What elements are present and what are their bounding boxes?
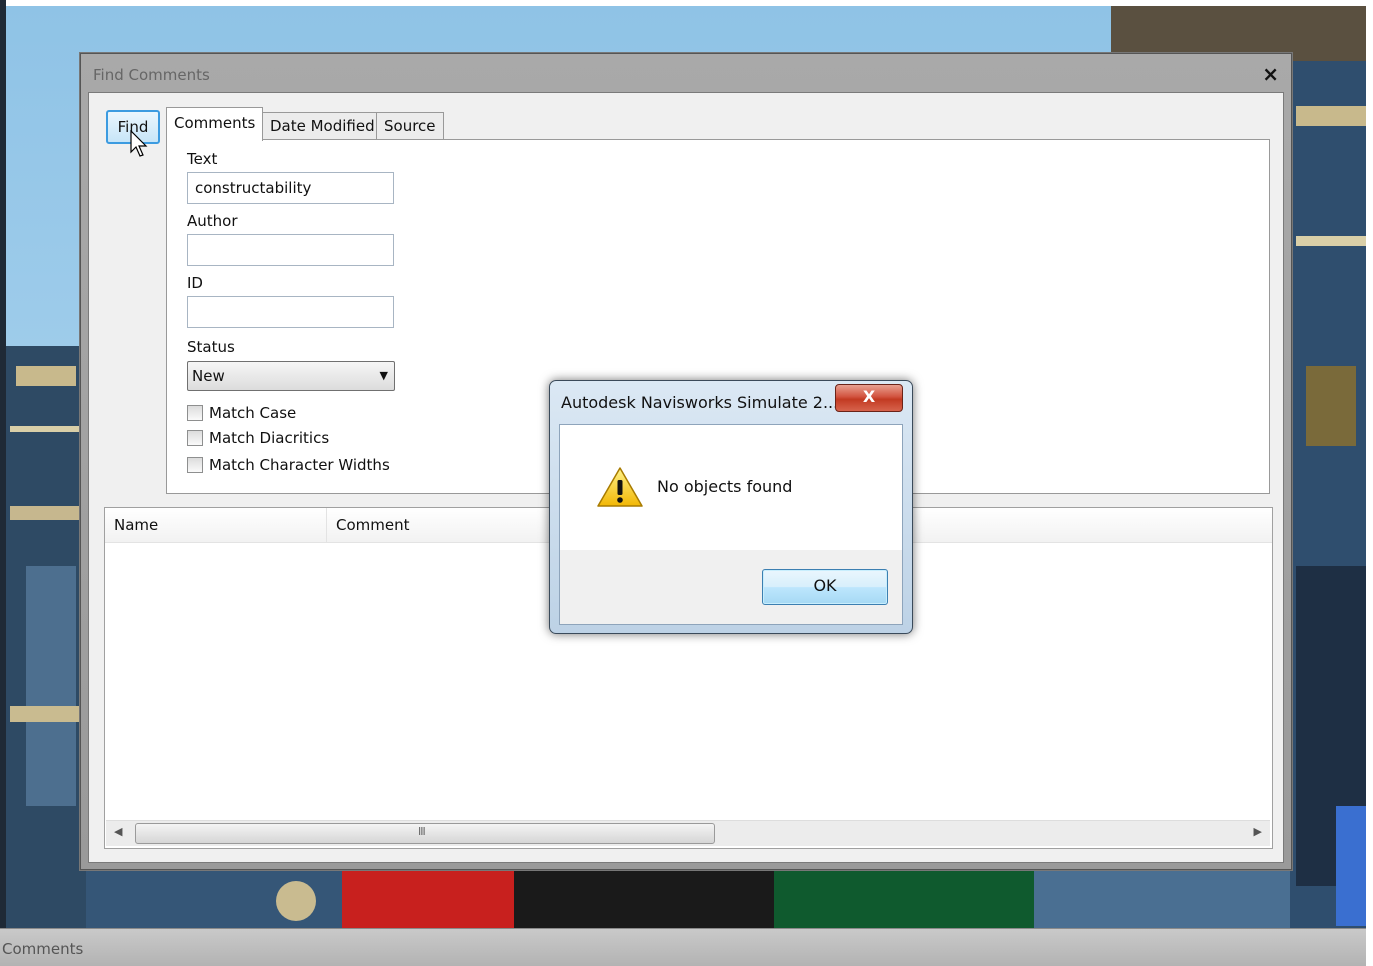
checkbox-box[interactable] xyxy=(187,405,203,421)
text-input[interactable]: constructability xyxy=(187,172,394,204)
chevron-down-icon: ▼ xyxy=(379,369,388,382)
scroll-left-arrow-icon[interactable]: ◀ xyxy=(114,825,122,838)
status-dropdown[interactable]: New ▼ xyxy=(187,361,395,391)
message-box-content: No objects found OK xyxy=(559,424,903,625)
find-comments-titlebar[interactable]: Find Comments × xyxy=(81,54,1291,92)
message-text: No objects found xyxy=(657,477,793,496)
status-bar: Comments xyxy=(0,928,1366,966)
checkbox-label: Match Character Widths xyxy=(209,456,390,474)
warning-icon xyxy=(597,467,643,507)
scrollbar-thumb[interactable]: III xyxy=(135,823,715,844)
message-box-close-button[interactable]: X xyxy=(835,384,903,412)
checkbox-label: Match Diacritics xyxy=(209,429,330,447)
window-title: Find Comments xyxy=(93,66,210,84)
scroll-right-arrow-icon[interactable]: ▶ xyxy=(1254,825,1262,838)
checkbox-box[interactable] xyxy=(187,430,203,446)
id-label: ID xyxy=(187,274,203,292)
author-label: Author xyxy=(187,212,238,230)
id-input[interactable] xyxy=(187,296,394,328)
horizontal-scrollbar[interactable]: ◀ III ▶ xyxy=(106,820,1270,846)
mouse-cursor-icon xyxy=(130,130,148,157)
window-left-edge xyxy=(0,0,6,965)
scrollbar-grip-icon: III xyxy=(418,825,426,838)
close-button[interactable]: × xyxy=(1262,62,1279,86)
ok-button[interactable]: OK xyxy=(762,569,888,605)
message-box: Autodesk Navisworks Simulate 2... X No o… xyxy=(549,380,913,634)
status-label: Status xyxy=(187,338,235,356)
tab-source[interactable]: Source xyxy=(376,112,444,140)
status-bar-label: Comments xyxy=(2,940,84,958)
window-right-edge xyxy=(1366,0,1373,965)
checkbox-label: Match Case xyxy=(209,404,297,422)
author-input[interactable] xyxy=(187,234,394,266)
tab-date-modified[interactable]: Date Modified xyxy=(262,112,383,140)
tab-comments[interactable]: Comments xyxy=(166,107,264,141)
message-box-title: Autodesk Navisworks Simulate 2... xyxy=(561,393,839,412)
column-header-name[interactable]: Name xyxy=(105,508,327,542)
status-dropdown-value: New xyxy=(192,367,225,385)
text-label: Text xyxy=(187,150,218,168)
checkbox-box[interactable] xyxy=(187,457,203,473)
